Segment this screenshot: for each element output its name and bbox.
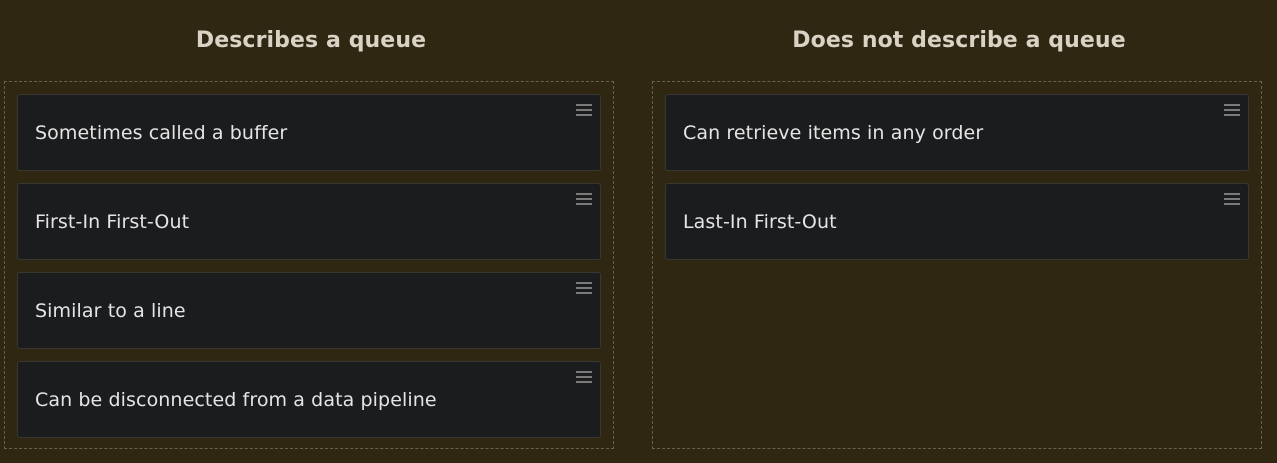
drag-handle-icon[interactable] (1224, 193, 1240, 205)
draggable-card[interactable]: First-In First-Out (17, 183, 601, 260)
card-label: First-In First-Out (35, 210, 190, 233)
card-label: Can retrieve items in any order (683, 121, 984, 144)
drag-handle-icon[interactable] (576, 371, 592, 383)
dropzone-does-not-describe-queue[interactable]: Can retrieve items in any order Last-In … (652, 81, 1262, 449)
card-label: Sometimes called a buffer (35, 121, 288, 144)
draggable-card[interactable]: Sometimes called a buffer (17, 94, 601, 171)
card-label: Last-In First-Out (683, 210, 837, 233)
drag-handle-icon[interactable] (576, 193, 592, 205)
column-title: Describes a queue (195, 27, 427, 53)
column-describes-queue: Describes a queue Sometimes called a buf… (4, 0, 618, 449)
draggable-card[interactable]: Can be disconnected from a data pipeline (17, 361, 601, 438)
drag-handle-icon[interactable] (576, 282, 592, 294)
column-does-not-describe-queue: Does not describe a queue Can retrieve i… (652, 0, 1266, 449)
card-label: Similar to a line (35, 299, 186, 322)
column-title: Does not describe a queue (792, 27, 1126, 53)
dropzone-describes-queue[interactable]: Sometimes called a buffer First-In First… (4, 81, 614, 449)
draggable-card[interactable]: Last-In First-Out (665, 183, 1249, 260)
drag-handle-icon[interactable] (1224, 104, 1240, 116)
drag-handle-icon[interactable] (576, 104, 592, 116)
draggable-card[interactable]: Similar to a line (17, 272, 601, 349)
card-label: Can be disconnected from a data pipeline (35, 388, 437, 411)
draggable-card[interactable]: Can retrieve items in any order (665, 94, 1249, 171)
